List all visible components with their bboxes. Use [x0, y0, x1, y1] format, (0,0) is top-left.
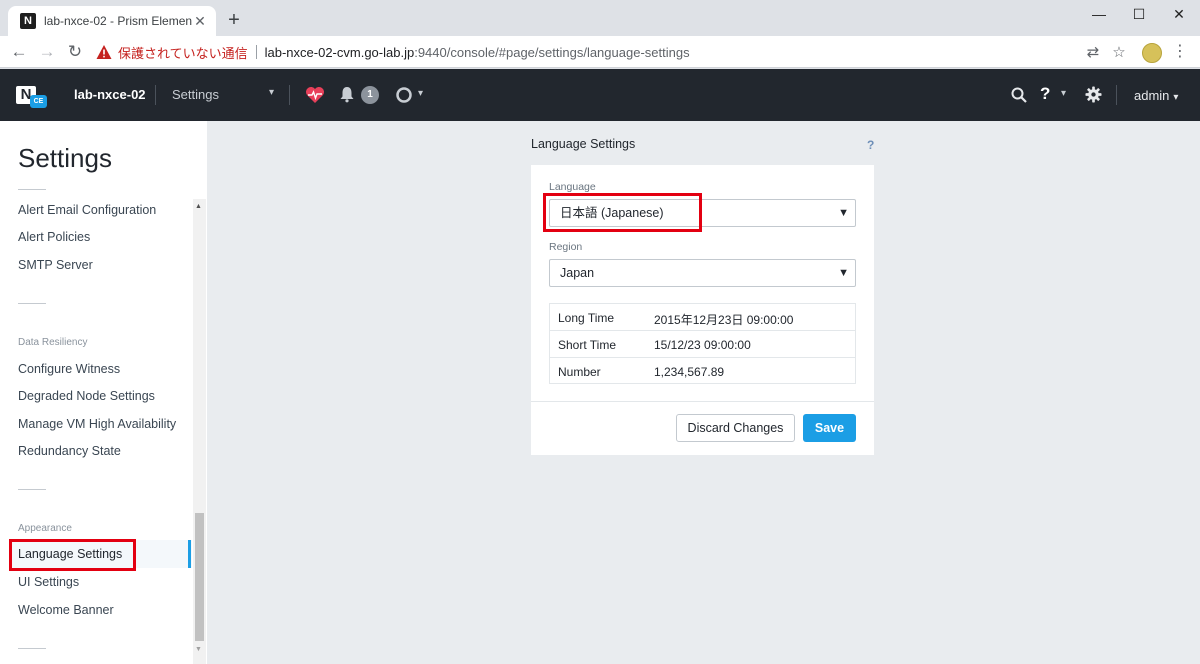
back-arrow-icon[interactable]: ← — [8, 41, 30, 63]
chevron-down-icon: ▼ — [838, 267, 849, 279]
preview-value: 15/12/23 09:00:00 — [654, 338, 751, 352]
preview-value: 1,234,567.89 — [654, 365, 725, 379]
sidebar-section-appearance: Appearance — [18, 523, 72, 534]
warning-triangle-icon — [96, 45, 112, 59]
sidebar-item-ui-settings[interactable]: UI Settings — [18, 575, 79, 589]
sidebar-item-smtp-server[interactable]: SMTP Server — [18, 258, 93, 272]
bell-icon[interactable] — [338, 85, 356, 103]
scroll-down-arrow-icon[interactable]: ▼ — [195, 646, 202, 653]
region-select[interactable]: Japan ▼ — [549, 259, 856, 287]
nutanix-favicon-icon: N — [20, 13, 36, 29]
browser-toolbar: ← → ↻ 保護されていない通信 lab-nxce-02-cvm.go-lab.… — [0, 36, 1200, 68]
sidebar-divider — [18, 189, 46, 190]
omnibox-divider — [255, 45, 257, 59]
settings-content: Language Settings ? Language 日本語 (Japane… — [207, 121, 1200, 664]
sidebar-divider — [18, 489, 46, 490]
sidebar-divider — [18, 303, 46, 304]
address-bar[interactable]: 保護されていない通信 lab-nxce-02-cvm.go-lab.jp:944… — [96, 39, 1138, 65]
window-close-button[interactable]: ✕ — [1156, 0, 1200, 28]
forward-arrow-icon[interactable]: → — [36, 41, 58, 63]
nutanix-logo-icon[interactable]: N CE — [16, 86, 47, 108]
discard-changes-button[interactable]: Discard Changes — [676, 414, 795, 442]
not-secure-label: 保護されていない通信 — [118, 45, 248, 61]
preview-row-short-time: Short Time 15/12/23 09:00:00 — [550, 330, 855, 357]
search-icon[interactable] — [1010, 86, 1028, 104]
user-menu[interactable]: admin ▾ — [1134, 88, 1178, 103]
browser-menu-icon[interactable]: ⋮ — [1170, 42, 1190, 62]
sidebar-item-redundancy-state[interactable]: Redundancy State — [18, 444, 121, 458]
annotation-box-language — [543, 193, 702, 232]
language-label: Language — [549, 181, 596, 193]
sidebar-item-degraded-node-settings[interactable]: Degraded Node Settings — [18, 389, 155, 403]
translate-icon[interactable]: ⇄ — [1082, 41, 1104, 63]
sidebar-divider — [18, 648, 46, 649]
reload-icon[interactable]: ↻ — [64, 41, 86, 63]
annotation-box-sidebar — [9, 539, 136, 571]
prism-header: N CE lab-nxce-02 Settings ▾ 1 ▾ ? ▾ admi… — [0, 69, 1200, 121]
sidebar-item-alert-policies[interactable]: Alert Policies — [18, 230, 90, 244]
logo-ce-badge: CE — [30, 95, 47, 108]
preview-row-number: Number 1,234,567.89 — [550, 357, 855, 384]
header-divider — [1116, 85, 1117, 105]
preview-row-long-time: Long Time 2015年12月23日 09:00:00 — [550, 304, 855, 331]
preview-value: 2015年12月23日 09:00:00 — [654, 313, 794, 327]
cluster-name[interactable]: lab-nxce-02 — [74, 87, 146, 102]
url-path: :9440/console/#page/settings/language-se… — [414, 44, 690, 60]
tab-title: lab-nxce-02 - Prism Element — [44, 14, 192, 28]
sidebar-section-data-resiliency: Data Resiliency — [18, 337, 88, 348]
chevron-down-icon[interactable]: ▾ — [1061, 88, 1066, 99]
main-nav-dropdown[interactable]: Settings ▾ — [172, 87, 274, 102]
main-nav-label: Settings — [172, 87, 219, 102]
chevron-down-icon: ▾ — [1173, 92, 1179, 103]
health-heart-icon[interactable] — [305, 86, 325, 104]
alert-count-badge[interactable]: 1 — [361, 86, 379, 104]
chevron-down-icon: ▾ — [268, 87, 274, 98]
sidebar-item-welcome-banner[interactable]: Welcome Banner — [18, 603, 114, 617]
browser-tabstrip: N lab-nxce-02 - Prism Element ✕ + — ☐ ✕ — [0, 0, 1200, 36]
preview-key: Short Time — [558, 338, 617, 352]
sidebar-active-indicator — [188, 540, 191, 568]
gear-icon[interactable] — [1085, 86, 1102, 103]
tab-close-icon[interactable]: ✕ — [192, 13, 208, 29]
header-divider — [155, 85, 156, 105]
preview-key: Number — [558, 365, 601, 379]
region-select-value: Japan — [560, 266, 595, 280]
help-icon[interactable]: ? — [1040, 84, 1050, 104]
browser-tab[interactable]: N lab-nxce-02 - Prism Element ✕ — [8, 6, 216, 36]
page-title: Language Settings — [531, 137, 636, 151]
new-tab-button[interactable]: + — [224, 10, 244, 30]
sidebar-item-manage-vm-high-availability[interactable]: Manage VM High Availability — [18, 417, 176, 431]
bookmark-star-icon[interactable]: ☆ — [1108, 41, 1130, 63]
settings-sidebar: Settings Alert Email Configuration Alert… — [0, 121, 207, 664]
user-name: admin — [1134, 88, 1170, 103]
sidebar-item-alert-email-configuration[interactable]: Alert Email Configuration — [18, 203, 156, 217]
scroll-up-arrow-icon[interactable]: ▲ — [195, 203, 202, 210]
sidebar-item-configure-witness[interactable]: Configure Witness — [18, 362, 120, 376]
card-footer-divider — [531, 401, 874, 402]
chevron-down-icon: ▼ — [838, 207, 849, 219]
save-button[interactable]: Save — [803, 414, 856, 442]
region-label: Region — [549, 241, 583, 253]
preview-key: Long Time — [558, 311, 615, 325]
sidebar-title: Settings — [18, 143, 112, 173]
profile-avatar[interactable] — [1142, 43, 1162, 63]
help-icon[interactable]: ? — [867, 138, 874, 152]
sidebar-scrollbar-thumb[interactable] — [195, 513, 204, 641]
header-divider — [289, 85, 290, 105]
chevron-down-icon[interactable]: ▾ — [418, 88, 423, 99]
url-host: lab-nxce-02-cvm.go-lab.jp — [264, 44, 415, 60]
tasks-circle-icon[interactable] — [395, 86, 413, 104]
format-preview-table: Long Time 2015年12月23日 09:00:00 Short Tim… — [549, 303, 856, 384]
